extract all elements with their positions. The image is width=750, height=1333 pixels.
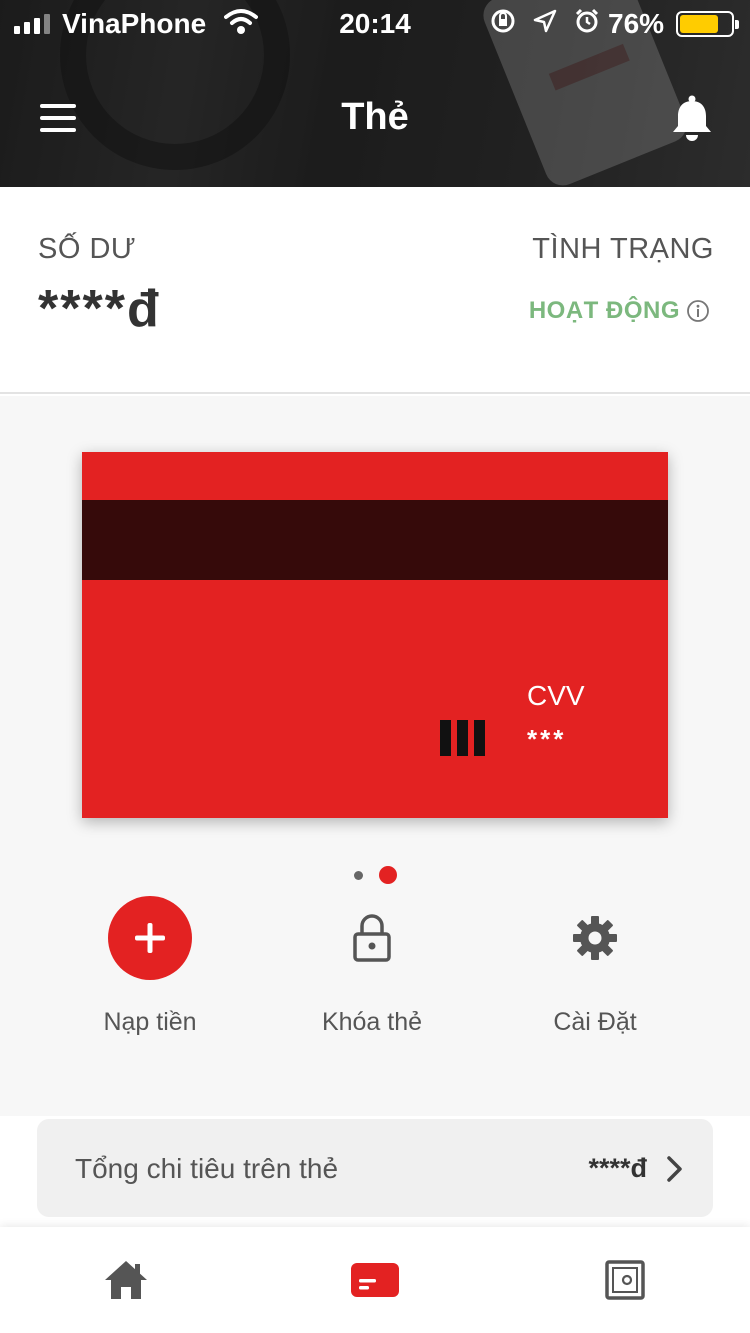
tab-home[interactable] — [96, 1255, 156, 1305]
card-back[interactable]: CVV *** — [82, 452, 668, 818]
battery-percent: 76% — [608, 8, 665, 39]
notification-button[interactable] — [668, 94, 716, 144]
status-text: HOẠT ĐỘNG — [528, 297, 680, 324]
balance-section: SỐ DƯ ****đ TÌNH TRẠNG HOẠT ĐỘNG — [0, 187, 750, 394]
top-up-button[interactable]: Nạp tiền — [40, 896, 260, 1037]
chevron-right-icon — [667, 1156, 682, 1182]
battery-icon — [676, 11, 739, 37]
cvv-label: CVV — [527, 680, 585, 711]
battery-level — [680, 15, 718, 33]
lock-icon — [353, 914, 391, 962]
total-spending-row[interactable]: Tổng chi tiêu trên thẻ ****đ — [37, 1119, 713, 1217]
balance-label: SỐ DƯ — [38, 233, 137, 265]
status-label: TÌNH TRẠNG — [532, 233, 714, 265]
magnetic-stripe — [82, 500, 668, 580]
tab-bar — [0, 1227, 750, 1333]
settings-button[interactable]: Cài Đặt — [485, 896, 705, 1037]
total-spending-label: Tổng chi tiêu trên thẻ — [75, 1153, 339, 1184]
total-spending-value: ****đ — [588, 1153, 647, 1183]
gear-icon — [573, 916, 617, 960]
nav-bar: Thẻ — [0, 60, 750, 180]
card-pager — [0, 866, 750, 884]
card-barcode — [440, 720, 485, 756]
location-icon — [532, 8, 558, 41]
wallet-icon — [605, 1260, 645, 1300]
pager-dot[interactable] — [353, 870, 363, 880]
pager-dot-active[interactable] — [378, 866, 397, 884]
header: VinaPhone 20:14 76% Thẻ — [0, 0, 750, 187]
lock-card-label: Khóa thẻ — [321, 1008, 423, 1036]
orientation-lock-icon — [490, 8, 516, 41]
balance-value[interactable]: ****đ — [38, 279, 161, 339]
tab-wallet[interactable] — [595, 1255, 655, 1305]
lock-card-button[interactable]: Khóa thẻ — [262, 896, 482, 1037]
home-icon — [105, 1261, 147, 1299]
status-value[interactable]: HOẠT ĐỘNG — [529, 297, 710, 325]
plus-icon — [135, 923, 165, 953]
card-actions: Nạp tiền Khóa thẻ Cài Đặt — [0, 896, 750, 1056]
settings-label: Cài Đặt — [553, 1008, 637, 1036]
page-title: Thẻ — [341, 96, 409, 138]
cvv-value: *** — [527, 724, 567, 754]
alarm-icon — [574, 8, 600, 41]
info-icon[interactable] — [686, 299, 710, 323]
bell-icon — [673, 95, 711, 141]
tab-card[interactable] — [345, 1255, 405, 1305]
top-up-label: Nạp tiền — [103, 1008, 197, 1036]
status-bar: VinaPhone 20:14 76% — [0, 0, 750, 48]
card-area: CVV *** Nạp tiền Khóa thẻ Cài Đặt Tổng c… — [0, 396, 750, 1217]
card-icon — [351, 1263, 399, 1297]
